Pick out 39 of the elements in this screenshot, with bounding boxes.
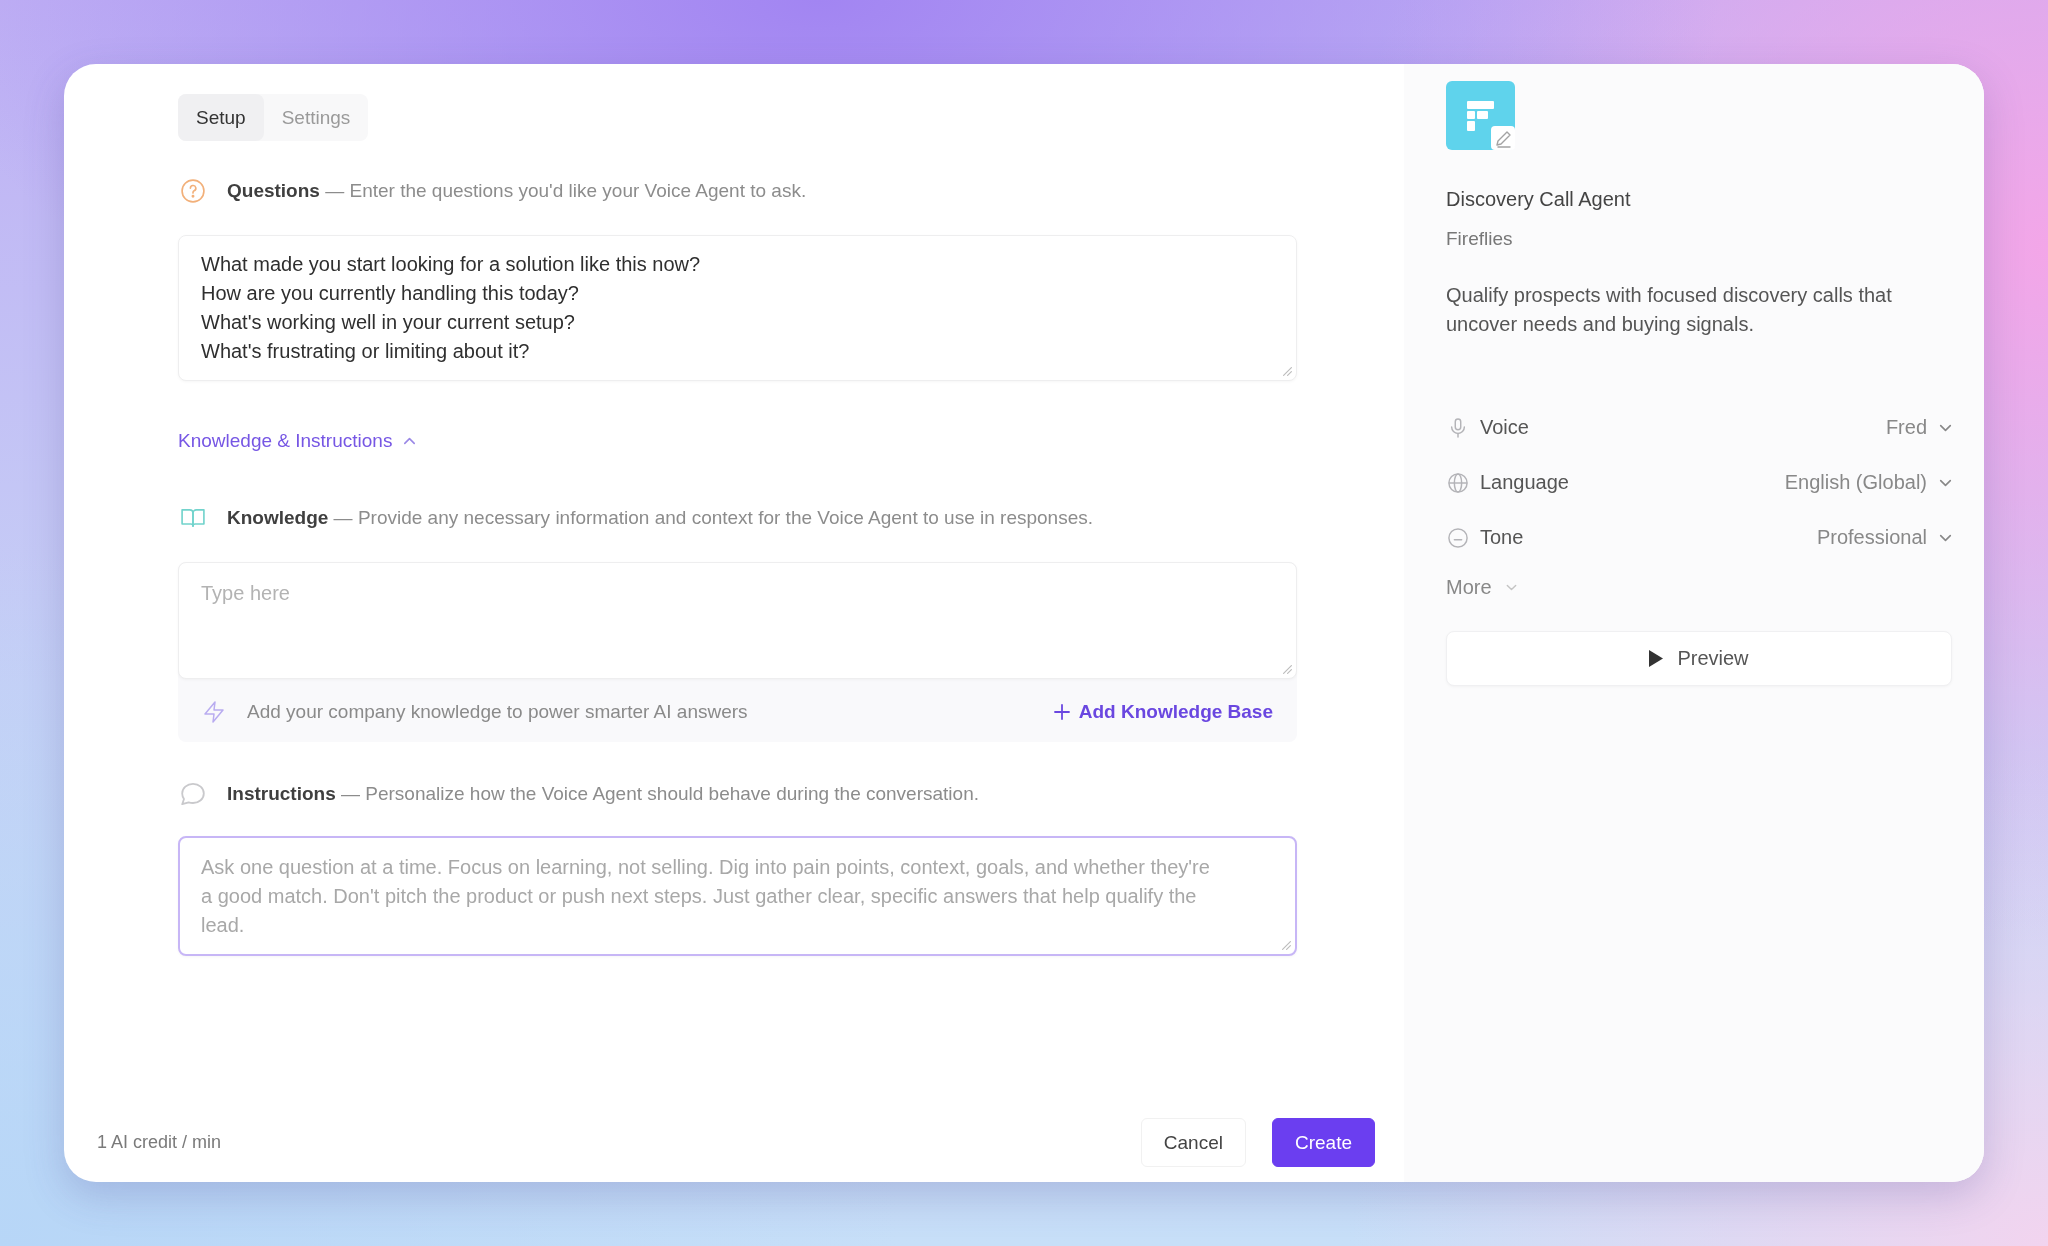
tab[interactable]: Setup (178, 94, 264, 141)
section-toggle[interactable]: Knowledge & Instructions (178, 429, 416, 453)
resize-grip-icon (1283, 367, 1292, 376)
question-circle-icon (181, 179, 205, 203)
chevron-down-icon (1939, 423, 1952, 432)
setting-dropdown[interactable]: Professional (1816, 526, 1952, 549)
neutral-face-icon (1448, 527, 1468, 548)
more-toggle[interactable]: More (1446, 575, 1517, 599)
resize-grip-icon (1283, 665, 1292, 674)
plus-icon (1053, 704, 1070, 720)
globe-icon (1448, 472, 1468, 493)
agent-description: Qualify prospects with focused discovery calls that uncover needs and buying signals. (1446, 283, 1893, 337)
book-icon (181, 506, 205, 530)
setting-label: Language (1480, 471, 1569, 494)
setting-dropdown[interactable]: Fred (1885, 416, 1952, 439)
agent-name: Discovery Call Agent (1446, 187, 1632, 211)
speech-bubble-icon (181, 782, 205, 806)
setting-dropdown[interactable]: English (Global) (1784, 471, 1952, 494)
questions-field[interactable]: What made you start looking for a solution like this now? How are you currently handling this today? What's working well in your current setup? What's frustrating or limiting about it? (178, 235, 1297, 381)
chevron-down-icon (1939, 533, 1952, 542)
cancel-button[interactable]: Cancel (1140, 1118, 1246, 1167)
tab[interactable]: Settings (263, 94, 369, 141)
microphone-icon (1448, 417, 1468, 438)
lightning-icon (204, 701, 224, 723)
instructions-heading: Instructions — Personalize how the Voice Agent should behave during the conversation. (227, 782, 979, 806)
chevron-down-icon (1939, 478, 1952, 487)
preview-button[interactable]: Preview (1446, 631, 1952, 686)
knowledge-heading: Knowledge — Provide any necessary information and context for the Voice Agent to use in responses. (227, 506, 1093, 530)
create-button[interactable]: Create (1271, 1118, 1375, 1167)
pencil-icon[interactable] (1491, 126, 1515, 150)
questions-heading: Questions — Enter the questions you'd like your Voice Agent to ask. (227, 179, 807, 203)
play-icon (1649, 650, 1664, 667)
resize-grip-icon (1282, 941, 1291, 950)
knowledge-hint-text: Add your company knowledge to power smarter AI answers (247, 701, 748, 723)
setting-label: Voice (1480, 416, 1529, 439)
company-name: Fireflies (1446, 227, 1514, 251)
credit-rate-text: 1 AI credit / min (97, 1132, 222, 1153)
setting-label: Tone (1480, 526, 1524, 549)
add-knowledge-base-link[interactable]: Add Knowledge Base (1053, 701, 1273, 723)
